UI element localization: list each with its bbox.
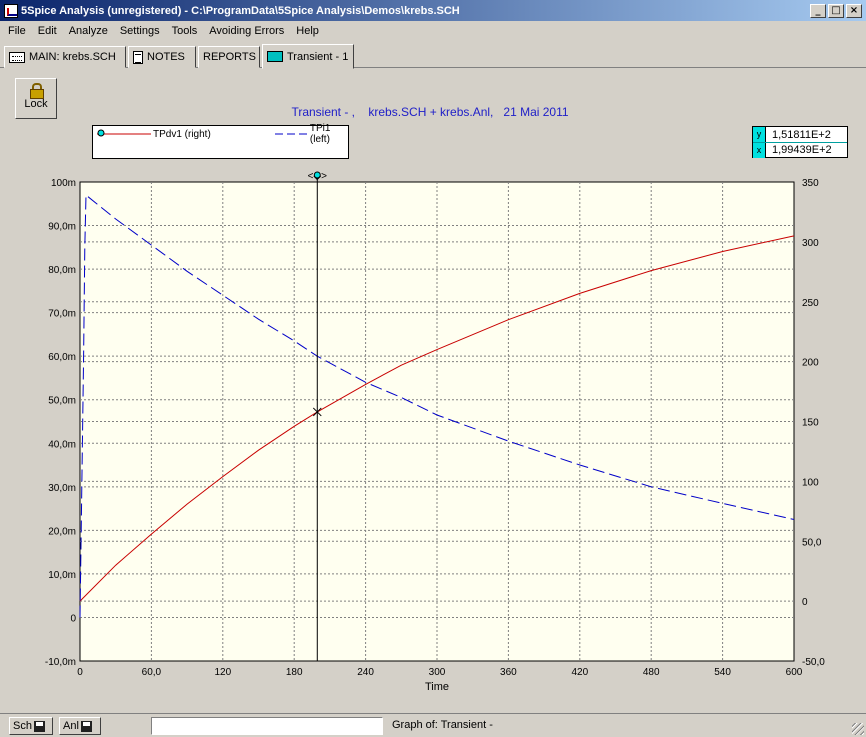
- y-right-tick-label: 350: [802, 178, 819, 189]
- status-bar: Sch Anl Graph of: Transient -: [0, 713, 866, 737]
- status-field: [151, 717, 383, 735]
- save-anl-button[interactable]: Anl: [59, 717, 101, 735]
- y-left-tick-label: 20,0m: [48, 526, 76, 537]
- y-left-tick-label: 90,0m: [48, 222, 76, 233]
- y-left-tick-label: 10,0m: [48, 570, 76, 581]
- x-tick-label: 180: [286, 667, 303, 678]
- tab-transient[interactable]: Transient - 1: [262, 44, 354, 69]
- x-tick-label: 60,0: [142, 667, 162, 678]
- x-tick-label: 480: [643, 667, 660, 678]
- y-left-tick-label: 40,0m: [48, 439, 76, 450]
- x-tick-label: 420: [571, 667, 588, 678]
- cursor-handle-dot[interactable]: [313, 171, 321, 179]
- x-axis-label: Time: [425, 681, 449, 693]
- y-right-tick-label: 50,0: [802, 537, 822, 548]
- resize-grip[interactable]: [852, 723, 864, 735]
- graph-of-text: Graph of: Transient -: [392, 719, 493, 731]
- y-left-tick-label: 60,0m: [48, 352, 76, 363]
- x-tick-label: 540: [714, 667, 731, 678]
- y-left-tick-label: 30,0m: [48, 483, 76, 494]
- tab-transient-label: Transient - 1: [287, 50, 349, 63]
- y-right-tick-label: 100: [802, 477, 819, 488]
- y-left-tick-label: 80,0m: [48, 265, 76, 276]
- y-left-tick-label: -10,0m: [45, 657, 76, 668]
- y-right-tick-label: 150: [802, 418, 819, 429]
- x-tick-label: 300: [429, 667, 446, 678]
- x-tick-label: 600: [786, 667, 803, 678]
- y-right-tick-label: 0: [802, 597, 808, 608]
- x-tick-label: 360: [500, 667, 517, 678]
- x-tick-label: 240: [357, 667, 374, 678]
- y-right-tick-label: 250: [802, 298, 819, 309]
- y-left-tick-label: 50,0m: [48, 396, 76, 407]
- save-sch-button[interactable]: Sch: [9, 717, 53, 735]
- y-right-tick-label: 300: [802, 238, 819, 249]
- x-tick-label: 0: [77, 667, 83, 678]
- x-tick-label: 120: [214, 667, 231, 678]
- transient-graph-icon: [267, 51, 283, 62]
- transient-chart[interactable]: 0 60,0 120 180 240 300 360 420 480 540 600 100m 90,0…: [0, 0, 866, 713]
- y-left-tick-label: 70,0m: [48, 309, 76, 320]
- y-left-tick-label: 0: [70, 613, 76, 624]
- y-right-tick-label: 200: [802, 358, 819, 369]
- y-left-tick-label: 100m: [51, 178, 76, 189]
- disk-icon: [33, 720, 45, 732]
- sch-label: Sch: [13, 720, 32, 732]
- y-right-tick-label: -50,0: [802, 657, 825, 668]
- anl-label: Anl: [63, 720, 79, 732]
- disk-icon: [80, 720, 92, 732]
